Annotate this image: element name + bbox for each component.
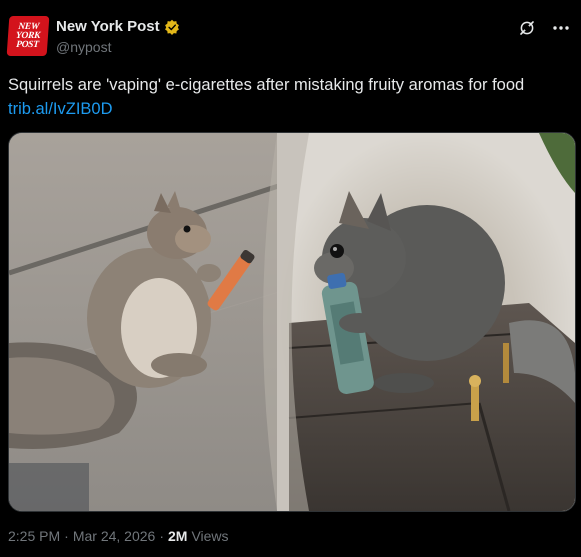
tweet-text: Squirrels are 'vaping' e-cigarettes afte… xyxy=(8,76,525,94)
tweet-footer: 2:25 PM · Mar 24, 2026 · 2M Views xyxy=(8,528,229,544)
tweet-body: Squirrels are 'vaping' e-cigarettes afte… xyxy=(8,73,573,121)
tweet-date[interactable]: Mar 24, 2026 xyxy=(73,528,156,544)
views-label: Views xyxy=(191,528,229,544)
name-row: New York Post xyxy=(56,18,180,35)
top-actions xyxy=(517,18,571,38)
account-handle[interactable]: @nypost xyxy=(56,39,111,55)
avatar[interactable]: NEW YORK POST xyxy=(6,16,50,56)
avatar-line-3: POST xyxy=(15,39,40,50)
verified-badge-icon xyxy=(164,19,179,35)
tweet-header: NEW YORK POST New York Post @nypost xyxy=(6,16,571,60)
tweet-media[interactable] xyxy=(8,132,576,512)
tweet-link[interactable]: trib.al/IvZIB0D xyxy=(8,100,113,118)
more-options-icon[interactable] xyxy=(551,18,571,38)
footer-separator-1: · xyxy=(64,528,69,544)
squirrel-photo-2 xyxy=(277,133,575,511)
views-count[interactable]: 2M xyxy=(168,528,187,544)
account-name[interactable]: New York Post xyxy=(56,18,160,35)
media-image xyxy=(9,133,575,511)
tweet-time[interactable]: 2:25 PM xyxy=(8,528,60,544)
grok-icon[interactable] xyxy=(517,18,537,38)
footer-separator-2: · xyxy=(159,528,164,544)
